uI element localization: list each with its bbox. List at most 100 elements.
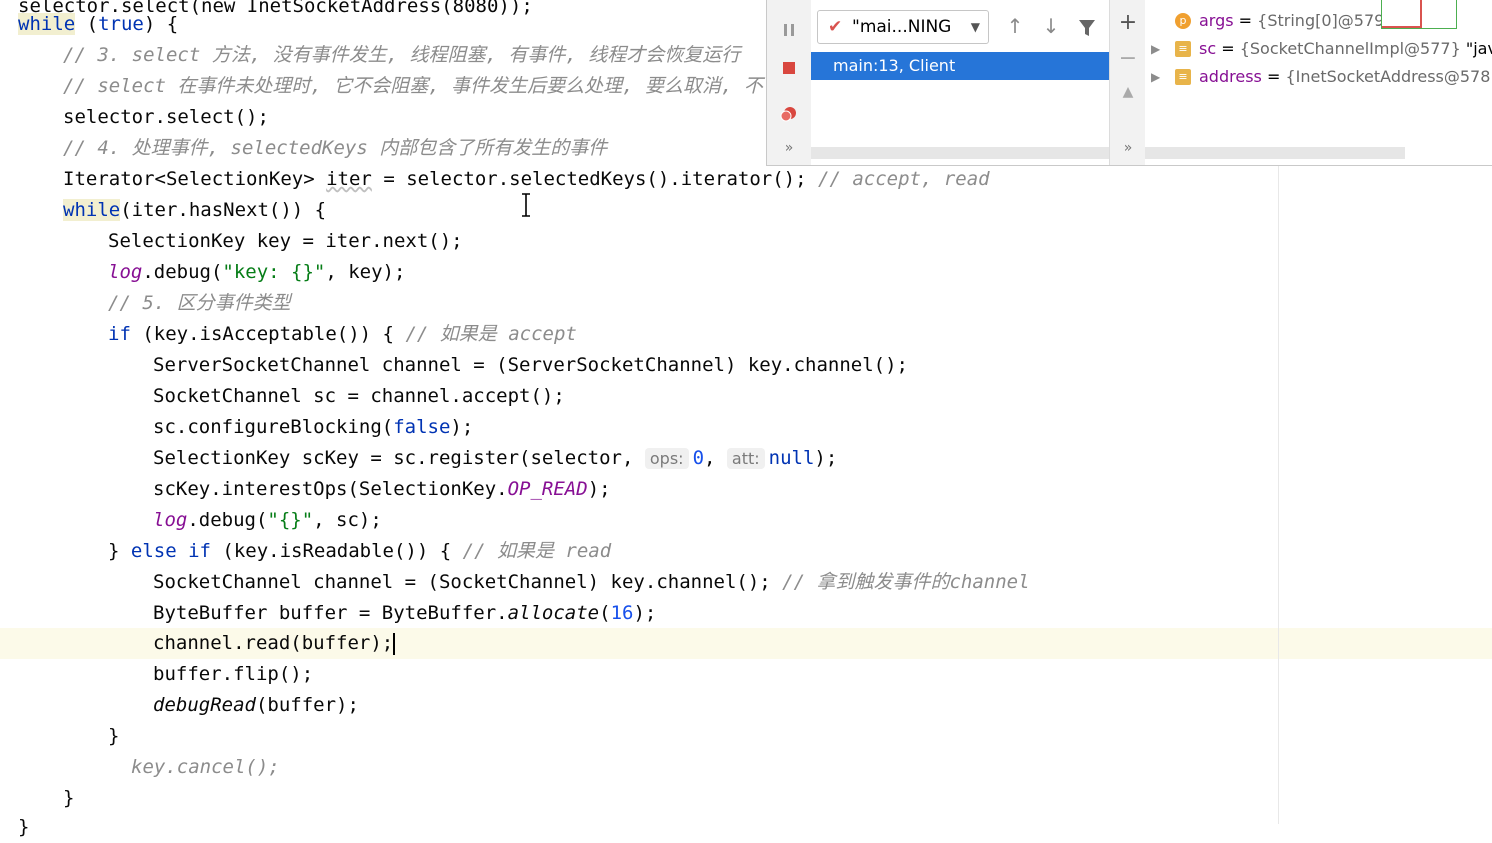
code-text: .debug( xyxy=(142,261,223,283)
code-text: ( xyxy=(599,602,611,624)
code-line-7[interactable]: while(iter.hasNext()) { xyxy=(63,195,326,226)
code-text: buffer.flip(); xyxy=(153,663,314,685)
code-text: ); xyxy=(450,416,474,438)
code-text: selector.select(); xyxy=(63,106,269,128)
keyword: while xyxy=(18,13,76,35)
variables-toolbar: + − ▲ » xyxy=(1109,0,1147,165)
code-text: key.cancel(); xyxy=(131,756,280,778)
expand-arrow-icon[interactable]: ▶ xyxy=(1151,35,1160,63)
minus-icon[interactable]: − xyxy=(1116,46,1140,71)
keyword: true xyxy=(98,13,144,35)
arrow-down-icon[interactable]: ↓ xyxy=(1040,14,1062,38)
code-text: sc.configureBlocking( xyxy=(153,416,394,438)
comment: // 4. 处理事件, selectedKeys 内部包含了所有发生的事件 xyxy=(63,137,608,159)
field: OP_READ xyxy=(507,478,588,500)
code-text: ByteBuffer buffer = ByteBuffer. xyxy=(153,602,508,624)
variable-value: {String[0]@579 xyxy=(1257,11,1385,30)
pause-icon[interactable] xyxy=(779,20,799,40)
debugger-side-toolbar: » xyxy=(767,0,812,165)
code-line-22[interactable]: buffer.flip(); xyxy=(153,659,313,690)
triangle-up-icon[interactable]: ▲ xyxy=(1116,84,1140,100)
string-literal: "key: {}" xyxy=(222,261,326,283)
arrow-up-icon[interactable]: ↑ xyxy=(1004,14,1026,38)
more-icon[interactable]: » xyxy=(1116,140,1140,156)
code-line-15[interactable]: SelectionKey scKey = sc.register(selecto… xyxy=(153,443,837,474)
code-line-20[interactable]: ByteBuffer buffer = ByteBuffer.allocate(… xyxy=(153,598,656,629)
comment: // 拿到触发事件的channel xyxy=(782,571,1030,593)
code-text: Iterator<SelectionKey> xyxy=(63,168,327,190)
code-text: SelectionKey scKey = sc.register(selecto… xyxy=(153,447,645,469)
number-literal: 0 xyxy=(692,447,705,469)
code-line-14[interactable]: sc.configureBlocking(false); xyxy=(153,412,473,443)
code-text: scKey.interestOps(SelectionKey. xyxy=(153,478,508,500)
breakpoints-icon[interactable] xyxy=(779,104,799,124)
keyword: false xyxy=(393,416,451,438)
variables-scrollbar[interactable] xyxy=(1145,147,1405,159)
keyword: null xyxy=(768,447,815,469)
code-line-8[interactable]: SelectionKey key = iter.next(); xyxy=(108,226,463,257)
code-line-18[interactable]: } else if (key.isReadable()) { // 如果是 re… xyxy=(108,536,611,567)
filter-icon[interactable] xyxy=(1076,16,1098,40)
frames-scrollbar[interactable] xyxy=(811,147,1109,159)
code-line-23[interactable]: debugRead(buffer); xyxy=(153,690,359,721)
code-line-1[interactable]: while (true) { xyxy=(18,9,178,40)
equals-sign: = xyxy=(1261,67,1286,86)
variable-name: args xyxy=(1199,11,1234,30)
variable-extra: "java xyxy=(1465,39,1492,58)
code-line-2[interactable]: // 3. select 方法, 没有事件发生, 线程阻塞, 有事件, 线程才会… xyxy=(63,40,740,71)
code-text: } xyxy=(18,816,30,838)
code-line-17[interactable]: log.debug("{}", sc); xyxy=(153,505,382,536)
field: log xyxy=(153,509,188,531)
code-text: ( xyxy=(75,13,99,35)
frame-label: main:13, Client xyxy=(833,56,956,75)
code-text: (key.isReadable()) { xyxy=(210,540,463,562)
thread-selector[interactable]: ✔ "mai...NING ▼ xyxy=(817,10,989,44)
chevron-down-icon: ▼ xyxy=(970,20,980,34)
code-text: ) { xyxy=(143,13,179,35)
variable-value: {SocketChannelImpl@577} xyxy=(1239,39,1461,58)
code-text: ServerSocketChannel channel = (ServerSoc… xyxy=(153,354,908,376)
add-icon[interactable]: + xyxy=(1116,10,1140,35)
number-literal: 16 xyxy=(610,602,634,624)
keyword: while xyxy=(63,199,121,221)
code-line-13[interactable]: SocketChannel sc = channel.accept(); xyxy=(153,381,565,412)
code-line-19[interactable]: SocketChannel channel = (SocketChannel) … xyxy=(153,567,1030,598)
code-line-3[interactable]: // select 在事件未处理时, 它不会阻塞, 事件发生后要么处理, 要么取… xyxy=(63,71,763,102)
code-text: } xyxy=(108,540,131,562)
expand-arrow-icon[interactable]: ▶ xyxy=(1151,63,1160,91)
code-line-27[interactable]: } xyxy=(18,812,29,843)
code-text: ); xyxy=(587,478,611,500)
parameter-hint: ops: xyxy=(644,448,689,469)
field-icon: ≡ xyxy=(1175,41,1191,57)
comment: // 如果是 read xyxy=(462,540,612,562)
string-literal: "{}" xyxy=(267,509,314,531)
stack-frame-item[interactable]: main:13, Client (cn.itcast.netty.c4) xyxy=(811,52,1109,103)
code-line-21[interactable]: channel.read(buffer); xyxy=(153,628,396,659)
comment: // 3. select 方法, 没有事件发生, 线程阻塞, 有事件, 线程才会… xyxy=(63,44,741,66)
parameter-icon: p xyxy=(1175,13,1191,29)
variable-value: {InetSocketAddress@578 xyxy=(1285,67,1491,86)
code-line-5[interactable]: // 4. 处理事件, selectedKeys 内部包含了所有发生的事件 xyxy=(63,133,607,164)
code-line-16[interactable]: scKey.interestOps(SelectionKey.OP_READ); xyxy=(153,474,611,505)
code-line-6[interactable]: Iterator<SelectionKey> iter = selector.s… xyxy=(63,164,990,195)
keyword: else if xyxy=(130,540,211,562)
code-text: , xyxy=(704,447,727,469)
variable-row[interactable]: ▶ ≡ sc = {SocketChannelImpl@577} "java xyxy=(1145,35,1492,63)
code-text: .debug( xyxy=(187,509,268,531)
code-line-10[interactable]: // 5. 区分事件类型 xyxy=(108,288,291,319)
frames-pane: ✔ "mai...NING ▼ ↑ ↓ main:13, Client (cn.… xyxy=(811,0,1109,165)
code-line-12[interactable]: ServerSocketChannel channel = (ServerSoc… xyxy=(153,350,908,381)
code-text: (buffer); xyxy=(255,694,359,716)
code-line-11[interactable]: if (key.isAcceptable()) { // 如果是 accept xyxy=(108,319,577,350)
comment: // select 在事件未处理时, 它不会阻塞, 事件发生后要么处理, 要么取… xyxy=(63,75,763,97)
code-line-9[interactable]: log.debug("key: {}", key); xyxy=(108,257,405,288)
stop-icon[interactable] xyxy=(779,58,799,78)
variable-row[interactable]: ▶ ≡ address = {InetSocketAddress@578 xyxy=(1145,63,1492,91)
more-icon[interactable]: » xyxy=(779,140,799,160)
keyword: if xyxy=(108,323,131,345)
code-line-24[interactable]: } xyxy=(108,721,119,752)
code-line-4[interactable]: selector.select(); xyxy=(63,102,269,133)
code-text: , sc); xyxy=(313,509,382,531)
code-line-26[interactable]: } xyxy=(63,783,74,814)
code-line-25[interactable]: key.cancel(); xyxy=(131,752,280,783)
